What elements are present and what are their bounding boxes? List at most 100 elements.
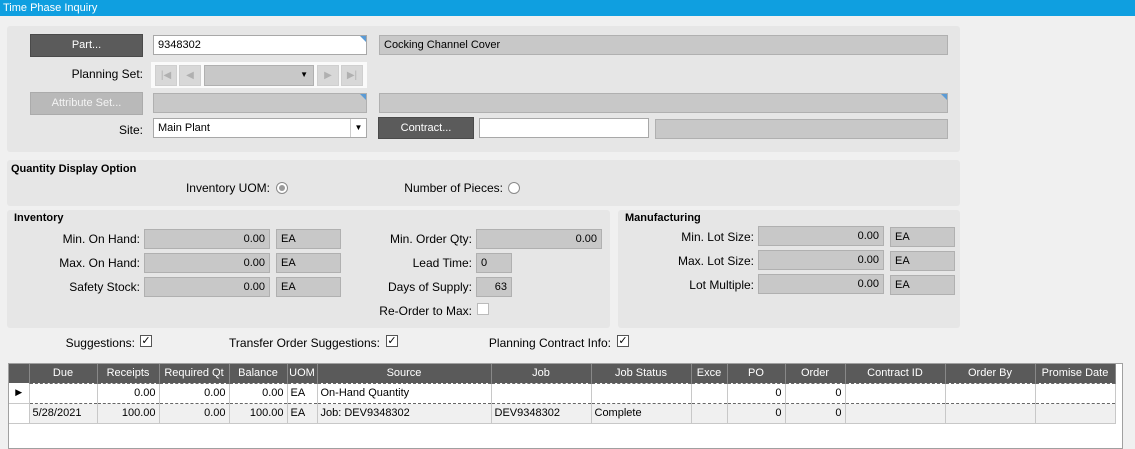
column-header-po[interactable]: PO — [727, 364, 786, 383]
chevron-down-icon: ▼ — [300, 70, 308, 79]
column-header-job-status[interactable]: Job Status — [591, 364, 692, 383]
time-phase-table: Due Receipts Required Qt Balance UOM Sou… — [9, 364, 1116, 424]
column-header-due[interactable]: Due — [29, 364, 98, 383]
max-lot-size-uom: EA — [890, 251, 955, 271]
reorder-to-max-checkbox[interactable] — [477, 303, 489, 315]
cell-exception — [691, 403, 728, 424]
chevron-down-icon: ▼ — [350, 119, 366, 137]
inventory-uom-label: Inventory UOM: — [185, 181, 270, 195]
column-header-job[interactable]: Job — [491, 364, 592, 383]
column-header-receipts[interactable]: Receipts — [97, 364, 160, 383]
site-label: Site: — [118, 123, 143, 137]
cell-exception — [691, 382, 728, 404]
cell-order: 0 — [785, 382, 846, 404]
suggestions-checkbox[interactable]: ✓ — [140, 335, 152, 347]
min-on-hand-value: 0.00 — [144, 229, 270, 249]
transfer-order-suggestions-checkbox[interactable]: ✓ — [386, 335, 398, 347]
nav-next-button[interactable]: ▶ — [317, 65, 339, 86]
min-on-hand-uom: EA — [276, 229, 341, 249]
manufacturing-header: Manufacturing — [625, 212, 701, 224]
max-lot-size-label: Max. Lot Size: — [677, 254, 754, 268]
days-of-supply-value: 63 — [476, 277, 512, 297]
column-header-exception[interactable]: Exce — [691, 364, 728, 383]
min-order-qty-value: 0.00 — [476, 229, 602, 249]
safety-stock-uom: EA — [276, 277, 341, 297]
cell-receipts: 0.00 — [97, 382, 160, 404]
max-on-hand-uom: EA — [276, 253, 341, 273]
days-of-supply-label: Days of Supply: — [387, 280, 472, 294]
cell-due: 5/28/2021 — [29, 403, 98, 424]
suggestions-label: Suggestions: — [65, 336, 135, 350]
lot-multiple-label: Lot Multiple: — [689, 278, 754, 292]
contract-input[interactable] — [479, 118, 649, 138]
column-header-order-by[interactable]: Order By — [945, 364, 1036, 383]
min-lot-size-value: 0.00 — [758, 226, 884, 246]
cell-required-qty: 0.00 — [159, 403, 230, 424]
attribute-set-button[interactable]: Attribute Set... — [30, 92, 143, 115]
contract-description — [655, 119, 948, 139]
column-header-balance[interactable]: Balance — [229, 364, 288, 383]
lead-time-label: Lead Time: — [412, 256, 472, 270]
part-button[interactable]: Part... — [30, 34, 143, 57]
cell-order-by — [945, 382, 1036, 404]
cell-balance: 0.00 — [229, 382, 288, 404]
nav-prev-button[interactable]: ◀ — [179, 65, 201, 86]
reorder-to-max-label: Re-Order to Max: — [379, 304, 472, 318]
cell-promise-date — [1035, 382, 1116, 404]
safety-stock-label: Safety Stock: — [69, 280, 140, 294]
attribute-set-description — [379, 93, 948, 113]
column-header-required-qty[interactable]: Required Qt — [159, 364, 230, 383]
cell-uom: EA — [287, 382, 318, 404]
cell-job-status: Complete — [591, 403, 692, 424]
window-title: Time Phase Inquiry — [0, 0, 1135, 16]
cell-required-qty: 0.00 — [159, 382, 230, 404]
transfer-order-suggestions-label: Transfer Order Suggestions: — [229, 336, 380, 350]
cell-order-by — [945, 403, 1036, 424]
row-indicator-icon: ▶ — [9, 383, 30, 404]
column-header-uom[interactable]: UOM — [287, 364, 318, 383]
number-of-pieces-radio[interactable] — [508, 182, 520, 194]
contract-button[interactable]: Contract... — [378, 117, 474, 139]
part-number-input[interactable]: 9348302 — [153, 35, 367, 55]
column-header-contract-id[interactable]: Contract ID — [845, 364, 946, 383]
site-select[interactable]: Main Plant ▼ — [153, 118, 367, 138]
cell-due — [29, 382, 98, 404]
cell-source: On-Hand Quantity — [317, 382, 492, 404]
lot-multiple-value: 0.00 — [758, 274, 884, 294]
cell-balance: 100.00 — [229, 403, 288, 424]
cell-contract-id — [845, 403, 946, 424]
number-of-pieces-label: Number of Pieces: — [404, 181, 503, 195]
cell-uom: EA — [287, 403, 318, 424]
planning-contract-info-checkbox[interactable]: ✓ — [617, 335, 629, 347]
row-selector[interactable] — [9, 403, 30, 424]
attribute-set-field — [153, 93, 367, 113]
planning-contract-info-label: Planning Contract Info: — [488, 336, 611, 350]
nav-first-button[interactable]: |◀ — [155, 65, 177, 86]
max-on-hand-value: 0.00 — [144, 253, 270, 273]
safety-stock-value: 0.00 — [144, 277, 270, 297]
cell-order: 0 — [785, 403, 846, 424]
max-lot-size-value: 0.00 — [758, 250, 884, 270]
cell-receipts: 100.00 — [97, 403, 160, 424]
row-selector-header — [9, 364, 30, 383]
cell-promise-date — [1035, 403, 1116, 424]
column-header-order[interactable]: Order — [785, 364, 846, 383]
min-order-qty-label: Min. Order Qty: — [389, 232, 472, 246]
min-on-hand-label: Min. On Hand: — [62, 232, 140, 246]
lead-time-value: 0 — [476, 253, 512, 273]
cell-po: 0 — [727, 403, 786, 424]
planning-set-label: Planning Set: — [71, 67, 143, 81]
column-header-promise-date[interactable]: Promise Date — [1035, 364, 1116, 383]
inventory-header: Inventory — [14, 212, 64, 224]
site-value: Main Plant — [158, 122, 210, 134]
cell-contract-id — [845, 382, 946, 404]
cell-job-status — [591, 382, 692, 404]
planning-set-dropdown[interactable]: ▼ — [204, 65, 314, 86]
inventory-uom-radio[interactable] — [276, 182, 288, 194]
time-phase-grid[interactable]: Due Receipts Required Qt Balance UOM Sou… — [8, 363, 1123, 449]
table-row[interactable]: 5/28/2021 100.00 0.00 100.00 EA Job: DEV… — [9, 403, 1116, 424]
column-header-source[interactable]: Source — [317, 364, 492, 383]
table-row[interactable]: ▶ 0.00 0.00 0.00 EA On-Hand Quantity 0 0 — [9, 382, 1116, 404]
nav-last-button[interactable]: ▶| — [341, 65, 363, 86]
grid-header-row: Due Receipts Required Qt Balance UOM Sou… — [9, 364, 1116, 383]
